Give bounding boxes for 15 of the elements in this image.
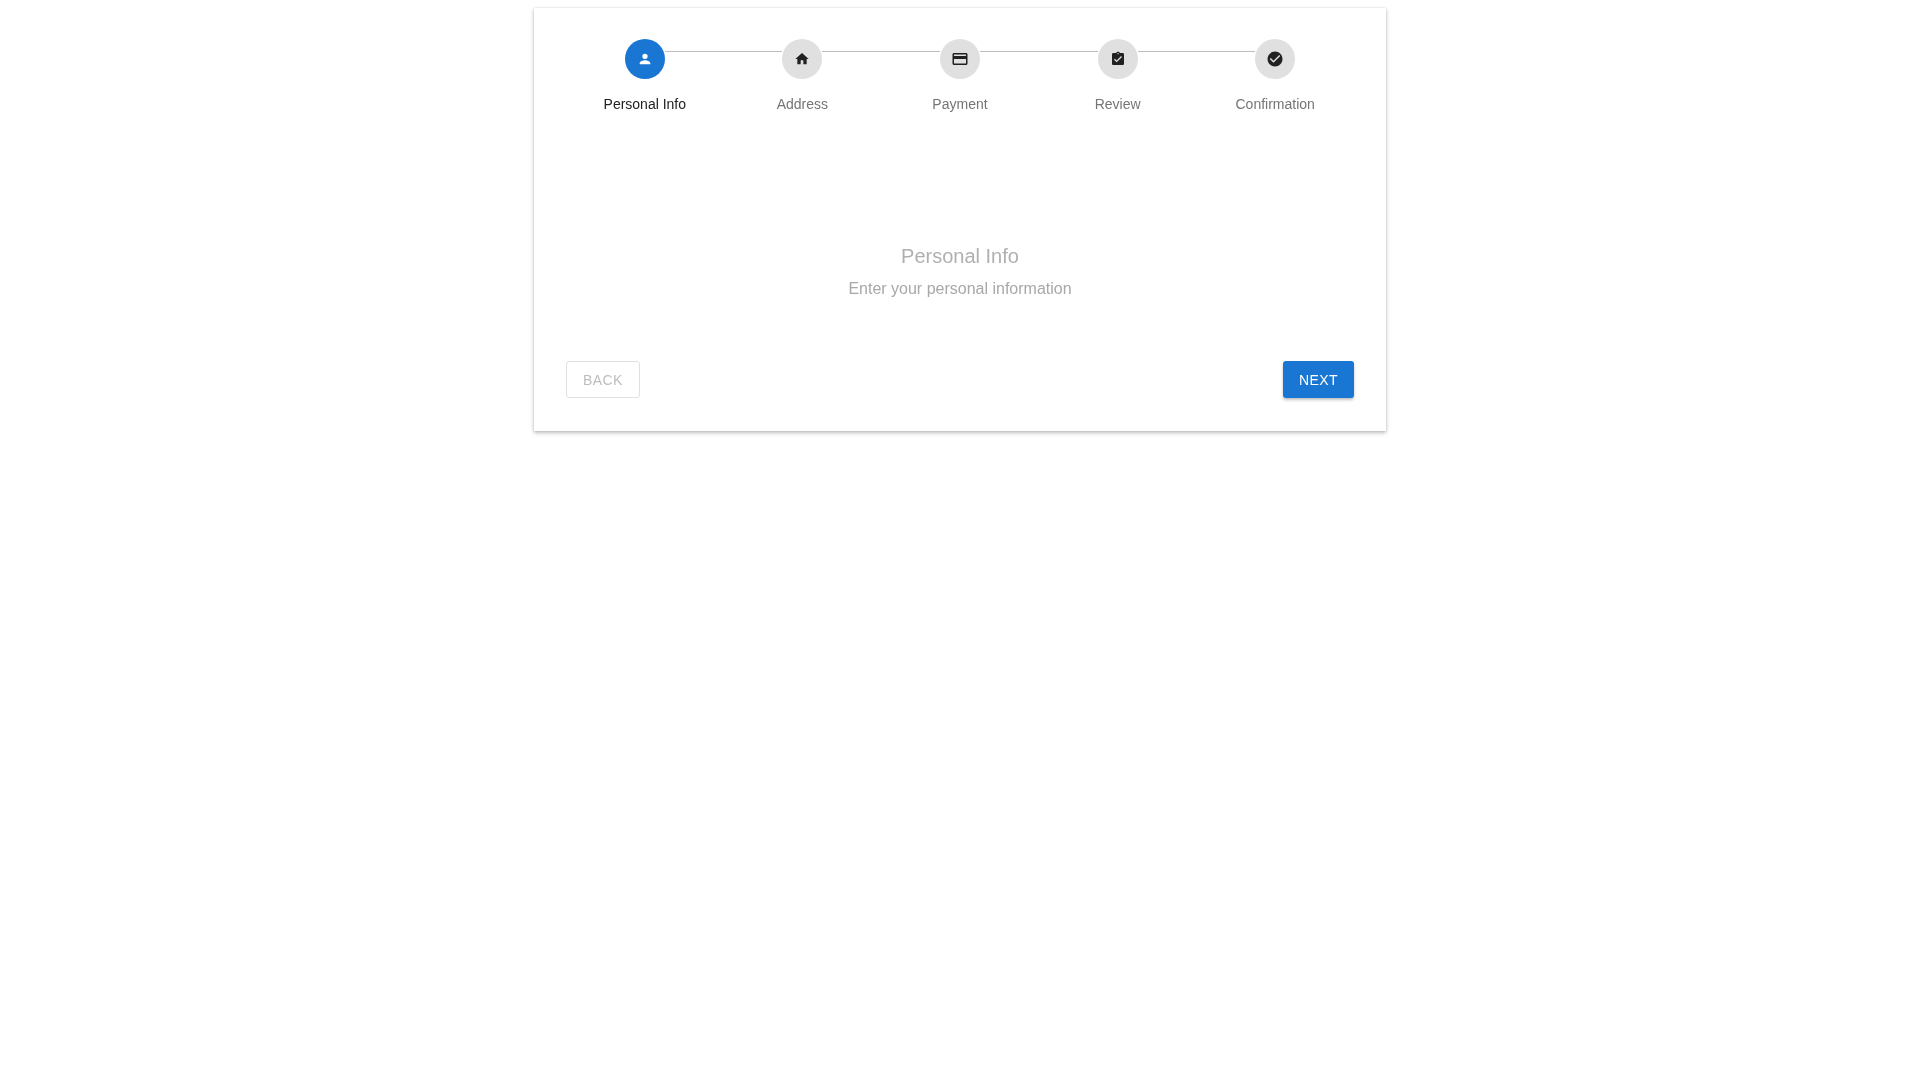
step-label: Confirmation [1235, 96, 1315, 112]
step-label: Payment [932, 96, 988, 112]
step-circle[interactable] [1255, 39, 1296, 79]
step-title: Personal Info [901, 245, 1019, 268]
credit-card-icon [951, 50, 969, 68]
step-circle[interactable] [940, 39, 980, 79]
home-icon [794, 51, 811, 67]
clipboard-check-icon [1109, 51, 1126, 67]
step-circle[interactable] [1097, 39, 1138, 79]
step-label: Address [776, 96, 829, 112]
next-button[interactable]: NEXT [1283, 361, 1354, 398]
step-label: Personal Info [603, 96, 687, 112]
step-circle[interactable] [782, 39, 823, 79]
step-label: Review [1094, 96, 1141, 112]
step-subtitle: Enter your personal information [848, 280, 1072, 298]
